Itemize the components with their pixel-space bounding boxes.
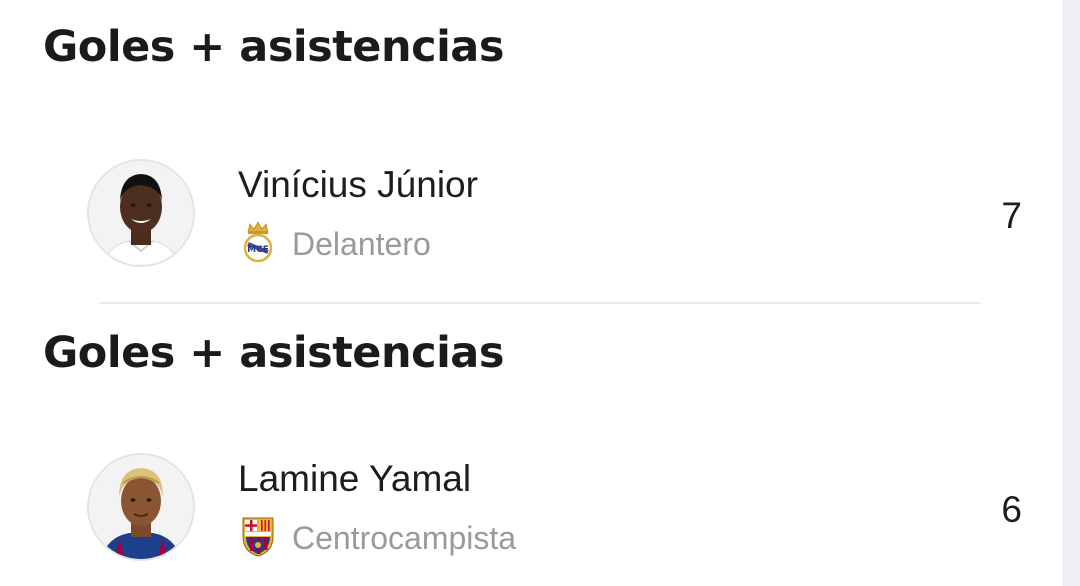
card-title: Goles + asistencias — [43, 22, 504, 72]
player-position: Centrocampista — [292, 520, 517, 556]
card-divider — [100, 302, 980, 304]
player-name: Lamine Yamal — [238, 458, 472, 499]
player-avatar — [87, 453, 195, 561]
scrollbar-track[interactable] — [1062, 0, 1080, 586]
player-row-lamine-yamal[interactable]: Lamine Yamal Centrocampista 6 — [84, 450, 1034, 566]
stat-value: 7 — [1001, 195, 1022, 236]
player-position: Delantero — [292, 226, 431, 262]
fc-barcelona-crest-icon — [240, 514, 276, 558]
svg-text:MCF: MCF — [247, 245, 269, 255]
player-name: Vinícius Júnior — [238, 164, 478, 205]
card-title: Goles + asistencias — [43, 328, 504, 378]
player-row-vinicius[interactable]: Vinícius Júnior MCF Delantero 7 — [84, 156, 1034, 272]
stat-card-goals-assists: Goles + asistencias Lamine Yamal Centroc… — [0, 306, 1062, 586]
stat-card-goals-assists: Goles + asistencias Vinícius Júnior MCF … — [0, 0, 1062, 290]
real-madrid-crest-icon: MCF — [240, 220, 276, 264]
player-avatar — [87, 159, 195, 267]
stat-value: 6 — [1001, 489, 1022, 530]
